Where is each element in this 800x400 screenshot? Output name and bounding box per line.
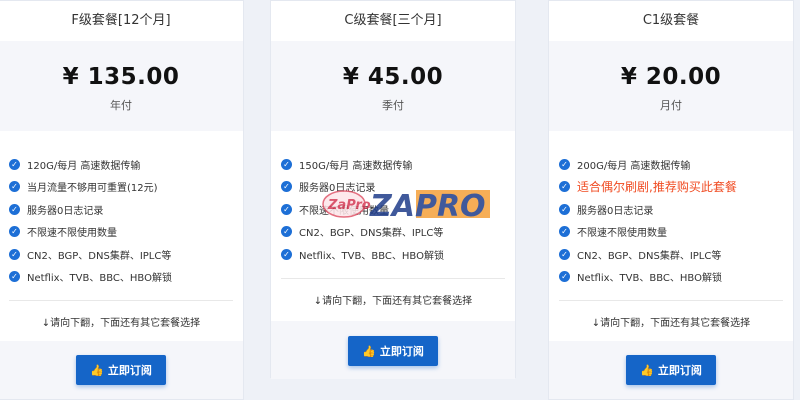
plan-period: 季付: [382, 99, 404, 112]
feature-text: 不限速不限使用数量: [27, 228, 117, 240]
feature-text: 120G/每月 高速数据传输: [27, 160, 141, 172]
feature-list: ✓ 120G/每月 高速数据传输 ✓ 当月流量不够用可重置(12元) ✓ 服务器0日志…: [0, 131, 243, 288]
plan-card-c: C级套餐[三个月] ¥ 45.00 季付 ✓ 150G/每月 高速数据传输 ✓ 服务…: [270, 0, 516, 379]
price-box: ¥ 45.00 季付: [271, 41, 515, 131]
feature-text: 200G/每月 高速数据传输: [577, 160, 691, 172]
check-circle-icon: ✓: [281, 203, 292, 215]
feature-text: 服务器0日志记录: [299, 183, 376, 195]
feature-item: ✓ 服务器0日志记录: [559, 198, 793, 221]
divider: [9, 300, 233, 301]
feature-text: 当月流量不够用可重置(12元): [27, 183, 158, 195]
check-circle-icon: ✓: [559, 203, 570, 215]
plan-period: 月付: [660, 99, 682, 112]
feature-text: CN2、BGP、DNS集群、IPLC等: [577, 250, 722, 262]
feature-item: ✓ 200G/每月 高速数据传输: [559, 153, 793, 176]
feature-item: ✓ Netflix、TVB、BBC、HBO解锁: [559, 266, 793, 289]
check-circle-icon: ✓: [281, 248, 292, 260]
subscribe-button[interactable]: 👍 立即订阅: [348, 336, 438, 366]
feature-item: ✓ 120G/每月 高速数据传输: [9, 153, 243, 176]
price-box: ¥ 20.00 月付: [549, 41, 793, 131]
thumbs-up-icon: 👍: [640, 363, 654, 377]
feature-item: ✓ 不限速不限使用数量: [9, 221, 243, 244]
check-circle-icon: ✓: [559, 248, 570, 260]
plan-title: F级套餐[12个月]: [71, 13, 171, 28]
feature-item: ✓ 不限速不限使用数量: [559, 221, 793, 244]
feature-text: Netflix、TVB、BBC、HBO解锁: [577, 273, 722, 285]
plan-title: C级套餐[三个月]: [344, 13, 442, 28]
check-circle-icon: ✓: [9, 158, 20, 170]
check-circle-icon: ✓: [559, 226, 570, 238]
check-circle-icon: ✓: [9, 181, 20, 193]
subscribe-button[interactable]: 👍 立即订阅: [76, 355, 166, 385]
feature-item: ✓ Netflix、TVB、BBC、HBO解锁: [281, 243, 515, 266]
check-circle-icon: ✓: [559, 271, 570, 283]
check-circle-icon: ✓: [9, 203, 20, 215]
feature-item: ✓ CN2、BGP、DNS集群、IPLC等: [9, 243, 243, 266]
thumbs-up-icon: 👍: [362, 344, 376, 358]
feature-item: ✓ 不限速不限使用数量: [281, 198, 515, 221]
feature-text: 不限速不限使用数量: [577, 228, 667, 240]
feature-text: 150G/每月 高速数据传输: [299, 160, 413, 172]
check-circle-icon: ✓: [281, 181, 292, 193]
feature-list: ✓ 150G/每月 高速数据传输 ✓ 服务器0日志记录 ✓ 不限速不限使用数量 ✓ CN…: [271, 131, 515, 266]
check-circle-icon: ✓: [281, 226, 292, 238]
check-circle-icon: ✓: [559, 158, 570, 170]
feature-text: Netflix、TVB、BBC、HBO解锁: [27, 273, 172, 285]
divider: [559, 300, 783, 301]
subscribe-label: 立即订阅: [379, 345, 424, 358]
subscribe-label: 立即订阅: [107, 364, 152, 377]
check-circle-icon: ✓: [281, 158, 292, 170]
feature-text: 服务器0日志记录: [577, 205, 654, 217]
subscribe-label: 立即订阅: [657, 364, 702, 377]
button-area: 👍 立即订阅: [549, 341, 793, 399]
scroll-hint: ↓请向下翻，下面还有其它套餐选择: [591, 318, 751, 329]
plan-price: ¥ 45.00: [342, 64, 444, 90]
check-circle-icon: ✓: [9, 248, 20, 260]
price-box: ¥ 135.00 年付: [0, 41, 243, 131]
feature-item: ✓ 150G/每月 高速数据传输: [281, 153, 515, 176]
plan-card-c1: C1级套餐 ¥ 20.00 月付 ✓ 200G/每月 高速数据传输 ✓ 适合偶尔刷剧…: [548, 0, 794, 400]
check-circle-icon: ✓: [559, 181, 570, 193]
feature-text: CN2、BGP、DNS集群、IPLC等: [299, 228, 444, 240]
check-circle-icon: ✓: [9, 226, 20, 238]
scroll-hint: ↓请向下翻，下面还有其它套餐选择: [41, 318, 201, 329]
plan-price: ¥ 135.00: [62, 64, 180, 90]
plan-title: C1级套餐: [642, 13, 700, 28]
button-area: 👍 立即订阅: [0, 341, 243, 399]
feature-item: ✓ Netflix、TVB、BBC、HBO解锁: [9, 266, 243, 289]
divider: [281, 277, 505, 279]
feature-item: ✓ CN2、BGP、DNS集群、IPLC等: [559, 243, 793, 266]
plan-card-f: F级套餐[12个月] ¥ 135.00 年付 ✓ 120G/每月 高速数据传输 ✓…: [0, 0, 244, 400]
feature-item: ✓ 当月流量不够用可重置(12元): [9, 176, 243, 199]
feature-item: ✓ 服务器0日志记录: [9, 198, 243, 221]
scroll-hint: ↓请向下翻，下面还有其它套餐选择: [313, 295, 473, 307]
feature-text: 不限速不限使用数量: [299, 205, 389, 217]
feature-item: ✓ 服务器0日志记录: [281, 176, 515, 199]
subscribe-button[interactable]: 👍 立即订阅: [626, 355, 716, 385]
thumbs-up-icon: 👍: [90, 363, 104, 377]
plan-price: ¥ 20.00: [620, 64, 722, 90]
plan-period: 年付: [110, 99, 132, 112]
feature-text: Netflix、TVB、BBC、HBO解锁: [299, 250, 444, 262]
feature-text: 适合偶尔刷剧,推荐购买此套餐: [577, 180, 737, 195]
check-circle-icon: ✓: [9, 271, 20, 283]
feature-item-highlight: ✓ 适合偶尔刷剧,推荐购买此套餐: [559, 176, 793, 199]
feature-text: CN2、BGP、DNS集群、IPLC等: [27, 250, 172, 262]
feature-list: ✓ 200G/每月 高速数据传输 ✓ 适合偶尔刷剧,推荐购买此套餐 ✓ 服务器0日志记…: [549, 131, 793, 288]
feature-text: 服务器0日志记录: [27, 205, 104, 217]
feature-item: ✓ CN2、BGP、DNS集群、IPLC等: [281, 221, 515, 244]
